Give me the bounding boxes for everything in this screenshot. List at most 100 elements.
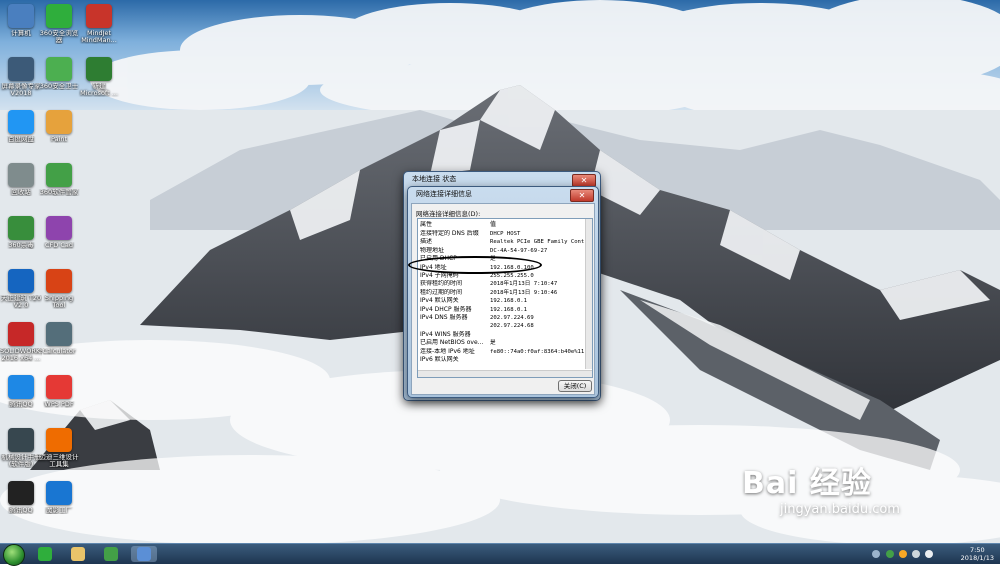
detail-property: 已启用 NetBIOS ove... <box>420 339 484 347</box>
desktop-icon[interactable]: CFD Cad <box>38 216 80 249</box>
detail-property: IPv4 默认网关 <box>420 297 459 305</box>
tray-security-icon[interactable] <box>886 550 894 558</box>
desktop-icon-label: 360杀毒 <box>8 242 34 249</box>
desktop-icon[interactable]: Calculator <box>38 322 80 355</box>
desktop-icon[interactable]: SOLIDWORKS 2016 x64 ... <box>0 322 42 362</box>
vertical-scrollbar[interactable] <box>585 219 592 369</box>
app-icon <box>46 375 72 399</box>
app-icon <box>8 4 34 28</box>
detail-value: 2018年1月13日 7:10:47 <box>490 281 558 288</box>
desktop-icon-label: 新建 Microsoft ... <box>80 83 118 97</box>
taskbar-button[interactable] <box>98 546 124 562</box>
app-icon <box>8 428 34 452</box>
desktop-icon-label: 魔影工厂 <box>46 507 72 514</box>
file-explorer-icon <box>71 547 85 561</box>
watermark-url: jingyan.baidu.com <box>780 502 900 517</box>
column-header-value[interactable]: 值 <box>490 221 496 229</box>
desktop-icon-label: 腾讯QQ <box>9 401 33 408</box>
app-icon <box>8 163 34 187</box>
desktop-icon[interactable]: 迈迪三维设计工具集 <box>38 428 80 468</box>
desktop-icon-label: 腾讯QQ <box>9 507 33 514</box>
details-listbox[interactable]: 属性 值 连接特定的 DNS 后缀 DHCP HOST 描述 Realtek PCIe… <box>417 218 593 378</box>
desktop-icon[interactable]: 回收站 <box>0 163 42 196</box>
close-icon[interactable]: ✕ <box>570 189 594 202</box>
detail-property: 连接-本地 IPv6 地址 <box>420 347 475 355</box>
app-icon <box>46 481 72 505</box>
desktop-icon-label: 计算机 <box>11 30 31 37</box>
detail-property: 租约过期的时间 <box>420 288 463 296</box>
detail-value: DHCP HOST <box>490 231 521 237</box>
taskbar-button[interactable] <box>32 546 58 562</box>
desktop-icon-label: WPS PDF <box>44 401 74 408</box>
app-icon <box>86 57 112 81</box>
desktop-icon[interactable]: 360软件管家 <box>38 163 80 196</box>
app-icon <box>8 481 34 505</box>
detail-value: DC-4A-54-97-69-27 <box>490 247 548 254</box>
details-panel: 网络连接详细信息(D): 属性 值 连接特定的 DNS 后缀 DHCP HOST 描… <box>411 203 595 395</box>
desktop-icon[interactable]: 新建 Microsoft ... <box>78 57 120 97</box>
column-header-property[interactable]: 属性 <box>420 221 488 229</box>
horizontal-scrollbar[interactable] <box>418 370 592 377</box>
desktop-icon[interactable]: 腾讯QQ <box>0 481 42 514</box>
detail-property: 物理地址 <box>420 246 445 254</box>
app-icon <box>46 269 72 293</box>
desktop-icon[interactable]: 机械设计手册 (软件版) <box>0 428 42 468</box>
app-icon <box>46 110 72 134</box>
desktop-icon[interactable]: MindJet MindMan... <box>78 4 120 44</box>
desktop-icon[interactable]: 腾讯QQ <box>0 375 42 408</box>
tray-sync-icon[interactable] <box>899 550 907 558</box>
detail-property: IPv4 WINS 服务器 <box>420 330 471 338</box>
taskbar-button[interactable] <box>65 546 91 562</box>
desktop-icon[interactable]: Snipping Tool <box>38 269 80 309</box>
desktop-icon-label: 机械设计手册 (软件版) <box>1 454 41 468</box>
desktop-icon[interactable]: 屏幕录像专家 V2018 <box>0 57 42 97</box>
app-icon <box>8 375 34 399</box>
desktop-icon-label: 360安全卫士 <box>39 83 79 90</box>
desktop-icon[interactable]: 360安全浏览器 <box>38 4 80 44</box>
app-icon <box>46 4 72 28</box>
desktop-icon[interactable]: WPS PDF <box>38 375 80 408</box>
desktop-icon[interactable]: Paint <box>38 110 80 143</box>
desktop[interactable]: 计算机 360安全浏览器 MindJet MindMan... 屏幕录像专家 V201… <box>0 0 1000 543</box>
desktop-icon[interactable]: 百度网盘 <box>0 110 42 143</box>
app-icon <box>46 57 72 81</box>
tray-volume-icon[interactable] <box>925 550 933 558</box>
desktop-icon-label: MindJet MindMan... <box>81 30 117 44</box>
close-button[interactable]: 关闭(C) <box>558 380 592 392</box>
desktop-icon[interactable]: 魔影工厂 <box>38 481 80 514</box>
network-details-dialog[interactable]: 网络连接详细信息 ✕ 网络连接详细信息(D): 属性 值 连接特定的 DNS 后… <box>407 186 599 398</box>
detail-property: IPv6 默认网关 <box>420 356 459 363</box>
network-status-icon <box>137 547 151 561</box>
detail-property: IPv4 DNS 服务器 <box>420 314 468 321</box>
app-icon <box>86 4 112 28</box>
detail-property: 描述 <box>420 238 433 246</box>
desktop-icon[interactable]: 天正建筑 T20 V2.0 <box>0 269 42 309</box>
detail-property: 获得租约的时间 <box>420 280 463 288</box>
desktop-icon-label: 360软件管家 <box>39 189 79 196</box>
detail-value: 192.168.0.1 <box>490 306 528 313</box>
clock[interactable]: 7:50 2018/1/13 <box>961 546 994 562</box>
taskbar-button[interactable] <box>131 546 157 562</box>
detail-property: IPv4 DHCP 服务器 <box>420 305 472 313</box>
tray-arrow-icon[interactable] <box>872 550 880 558</box>
app-icon <box>8 110 34 134</box>
desktop-icon[interactable]: 360杀毒 <box>0 216 42 249</box>
details-group-label: 网络连接详细信息(D): <box>416 210 481 218</box>
desktop-icon-label: Snipping Tool <box>44 295 74 309</box>
app-icon <box>46 428 72 452</box>
status-window-title: 本地连接 状态 <box>412 175 457 183</box>
tray-network-icon[interactable] <box>912 550 920 558</box>
desktop-icon[interactable]: 360安全卫士 <box>38 57 80 90</box>
taskbar: 7:50 2018/1/13 <box>0 543 1000 566</box>
app-icon <box>46 322 72 346</box>
desktop-icon-label: CFD Cad <box>45 242 73 249</box>
detail-value: 192.168.0.1 <box>490 298 528 305</box>
detail-value: 202.97.224.68 <box>490 323 534 330</box>
desktop-icon-label: 迈迪三维设计工具集 <box>39 454 79 468</box>
clock-date: 2018/1/13 <box>960 554 994 562</box>
app-icon <box>46 216 72 240</box>
desktop-icon[interactable]: 计算机 <box>0 4 42 37</box>
app-icon <box>8 57 34 81</box>
baidu-jingyan-watermark: Bai 经验 jingyan.baidu.com <box>742 458 900 517</box>
app-icon <box>8 216 34 240</box>
